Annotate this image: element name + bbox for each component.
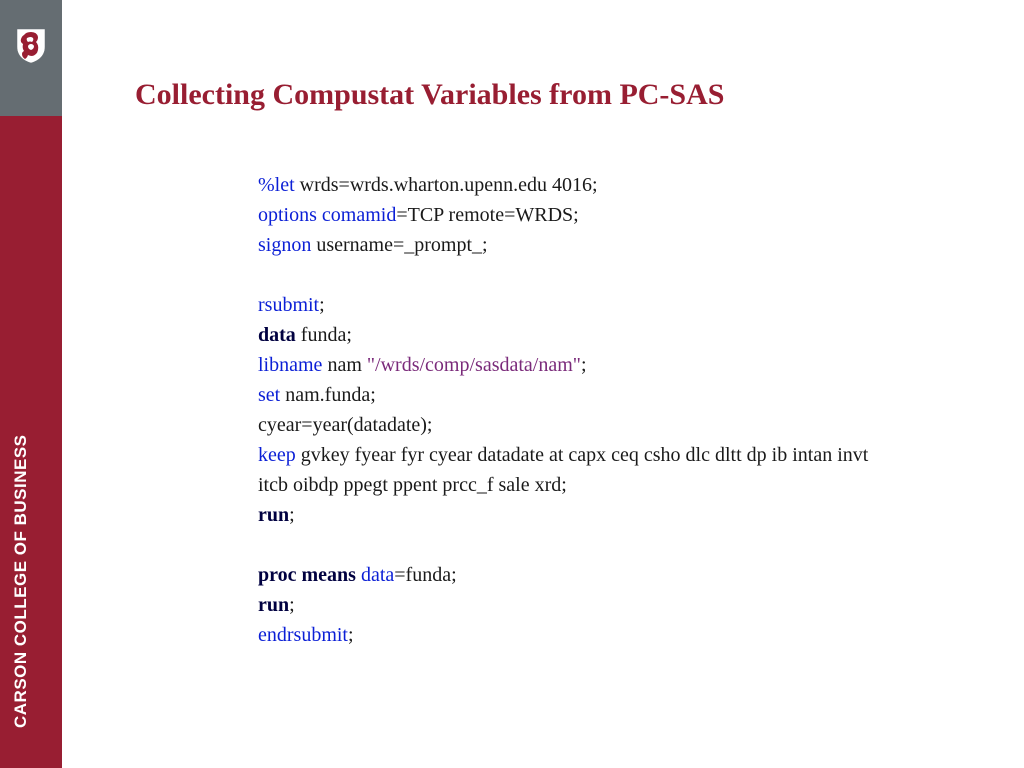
code-line: endrsubmit; [258,620,898,650]
code-line: data funda; [258,320,898,350]
code-line: libname nam "/wrds/comp/sasdata/nam"; [258,350,898,380]
code-line: options comamid=TCP remote=WRDS; [258,200,898,230]
code-line: signon username=_prompt_; [258,230,898,260]
sidebar-bottom: CARSON COLLEGE OF BUSINESS [0,116,62,768]
college-label: CARSON COLLEGE OF BUSINESS [11,434,31,728]
code-line: run; [258,500,898,530]
wsu-shield-icon [16,28,46,64]
sas-code-block: %let wrds=wrds.wharton.upenn.edu 4016; o… [258,170,898,650]
code-line [258,260,898,290]
page-title: Collecting Compustat Variables from PC-S… [135,78,724,112]
code-line: rsubmit; [258,290,898,320]
code-line: set nam.funda; [258,380,898,410]
code-line [258,530,898,560]
code-line: run; [258,590,898,620]
code-line: proc means data=funda; [258,560,898,590]
code-line: cyear=year(datadate); [258,410,898,440]
code-line: keep gvkey fyear fyr cyear datadate at c… [258,440,898,500]
sidebar-top [0,0,62,116]
code-line: %let wrds=wrds.wharton.upenn.edu 4016; [258,170,898,200]
